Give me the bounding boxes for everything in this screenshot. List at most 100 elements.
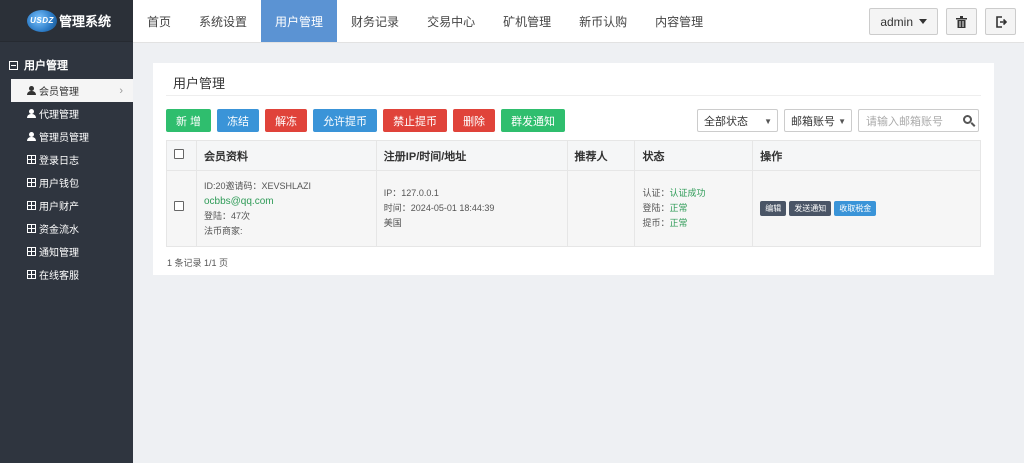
sidebar-item-wallets[interactable]: 用户钱包 bbox=[0, 171, 133, 194]
member-id: ID:20邀请码：XEVSHLAZI bbox=[203, 180, 311, 191]
account-type-value: 邮箱账号 bbox=[791, 115, 835, 128]
edit-button[interactable]: 编辑 bbox=[760, 201, 787, 216]
sidebar-item-members[interactable]: 会员管理 › bbox=[11, 79, 133, 102]
table-header-row: 会员资料 注册IP/时间/地址 推荐人 状态 操作 bbox=[166, 140, 981, 171]
register-time: 时间：2024-05-01 18:44:39 bbox=[383, 203, 495, 213]
status-select[interactable]: 全部状态 ▼ bbox=[697, 109, 778, 132]
pagination-info: 1 条记录 1/1 页 bbox=[167, 258, 229, 268]
action-toolbar: 新 增 冻结 解冻 允许提币 禁止提币 删除 群发通知 bbox=[166, 109, 571, 132]
status-cell: 认证：认证成功 登陆：正常 提币：正常 bbox=[634, 170, 754, 247]
top-nav: 首页 系统设置 用户管理 财务记录 交易中心 矿机管理 新币认购 内容管理 ad… bbox=[133, 0, 1024, 43]
member-otc: 法币商家: bbox=[203, 225, 243, 236]
status-withdraw: 提币：正常 bbox=[642, 218, 688, 228]
sidebar-item-label: 会员管理 bbox=[39, 87, 79, 98]
select-all-cell bbox=[166, 140, 197, 171]
logo-badge: USDZ bbox=[27, 9, 57, 32]
status-withdraw-value: 正常 bbox=[669, 218, 688, 228]
tab-settings[interactable]: 系统设置 bbox=[185, 0, 261, 42]
user-name: admin bbox=[880, 14, 913, 29]
select-all-checkbox[interactable] bbox=[174, 149, 184, 159]
tab-finance[interactable]: 财务记录 bbox=[337, 0, 413, 42]
referrer-cell bbox=[566, 170, 636, 247]
status-select-value: 全部状态 bbox=[704, 115, 748, 128]
users-table: 会员资料 注册IP/时间/地址 推荐人 状态 操作 ID:20邀请码：XEVSH… bbox=[166, 140, 981, 247]
caret-down-icon bbox=[919, 19, 927, 24]
sidebar-item-label: 管理员管理 bbox=[39, 133, 89, 144]
collect-tax-button[interactable]: 收取税金 bbox=[834, 201, 877, 216]
logout-button[interactable] bbox=[985, 8, 1016, 35]
account-type-select[interactable]: 邮箱账号 ▼ bbox=[784, 109, 852, 132]
column-header: 推荐人 bbox=[566, 140, 636, 171]
send-notice-button[interactable]: 发送通知 bbox=[789, 201, 832, 216]
search-input[interactable]: 请输入邮箱账号 bbox=[858, 109, 979, 132]
member-logins: 登陆：47次 bbox=[203, 210, 250, 221]
forbid-withdraw-button[interactable]: 禁止提币 bbox=[383, 109, 448, 132]
sidebar-item-label: 资金流水 bbox=[39, 225, 79, 236]
filter-bar: 全部状态 ▼ 邮箱账号 ▼ 请输入邮箱账号 bbox=[697, 109, 979, 132]
column-header: 状态 bbox=[634, 140, 754, 171]
row-select-cell bbox=[166, 170, 197, 247]
chevron-right-icon: › bbox=[119, 84, 123, 97]
member-email: ocbbs@qq.com bbox=[203, 195, 274, 207]
register-location: 美国 bbox=[383, 218, 402, 228]
status-auth-value: 认证成功 bbox=[669, 188, 706, 198]
column-header: 注册IP/时间/地址 bbox=[375, 140, 568, 171]
collapse-icon bbox=[9, 60, 18, 70]
divider bbox=[166, 95, 981, 96]
sidebar-item-agents[interactable]: 代理管理 bbox=[0, 102, 133, 125]
table-row: ID:20邀请码：XEVSHLAZI ocbbs@qq.com 登陆：47次 法… bbox=[166, 170, 981, 247]
logout-icon bbox=[995, 15, 1007, 28]
clear-cache-button[interactable] bbox=[946, 8, 977, 35]
sidebar-item-support[interactable]: 在线客服 bbox=[0, 263, 133, 286]
list-icon bbox=[27, 247, 36, 256]
tab-miners[interactable]: 矿机管理 bbox=[489, 0, 565, 42]
sidebar-item-label: 代理管理 bbox=[39, 110, 79, 121]
list-icon bbox=[27, 224, 36, 233]
sidebar-section-users[interactable]: 用户管理 bbox=[0, 51, 133, 79]
sidebar-item-admins[interactable]: 管理员管理 bbox=[0, 125, 133, 148]
list-icon bbox=[27, 201, 36, 210]
allow-withdraw-button[interactable]: 允许提币 bbox=[313, 109, 378, 132]
delete-button[interactable]: 删除 bbox=[453, 109, 496, 132]
column-header: 会员资料 bbox=[195, 140, 377, 171]
user-menu-button[interactable]: admin bbox=[869, 8, 938, 35]
sidebar-item-label: 通知管理 bbox=[39, 248, 79, 259]
search-placeholder: 请输入邮箱账号 bbox=[866, 115, 943, 128]
sidebar-item-notifications[interactable]: 通知管理 bbox=[0, 240, 133, 263]
register-info-cell: IP：127.0.0.1 时间：2024-05-01 18:44:39 美国 bbox=[375, 170, 568, 247]
freeze-button[interactable]: 冻结 bbox=[217, 109, 260, 132]
person-icon bbox=[27, 86, 36, 95]
add-button[interactable]: 新 增 bbox=[166, 109, 212, 132]
broadcast-button[interactable]: 群发通知 bbox=[501, 109, 566, 132]
actions-cell: 编辑 发送通知 收取税金 bbox=[752, 170, 981, 247]
list-icon bbox=[27, 155, 36, 164]
tab-content[interactable]: 内容管理 bbox=[641, 0, 717, 42]
tab-ico[interactable]: 新币认购 bbox=[565, 0, 641, 42]
sidebar-section-label: 用户管理 bbox=[24, 60, 68, 72]
status-login-value: 正常 bbox=[669, 203, 688, 213]
column-header: 操作 bbox=[752, 140, 981, 171]
sidebar-item-label: 用户财产 bbox=[39, 202, 79, 213]
sidebar-item-login-log[interactable]: 登录日志 bbox=[0, 148, 133, 171]
status-auth: 认证：认证成功 bbox=[642, 188, 706, 198]
chevron-down-icon: ▼ bbox=[838, 117, 846, 126]
tab-users[interactable]: 用户管理 bbox=[261, 0, 338, 42]
sidebar-item-label: 登录日志 bbox=[39, 156, 79, 167]
sidebar-item-assets[interactable]: 用户财产 bbox=[0, 194, 133, 217]
list-icon bbox=[27, 270, 36, 279]
search-icon[interactable] bbox=[963, 115, 972, 124]
sidebar-item-label: 用户钱包 bbox=[39, 179, 79, 190]
unfreeze-button[interactable]: 解冻 bbox=[265, 109, 308, 132]
tab-home[interactable]: 首页 bbox=[133, 0, 185, 42]
sidebar-item-label: 在线客服 bbox=[39, 271, 79, 282]
status-login: 登陆：正常 bbox=[642, 203, 688, 213]
row-checkbox[interactable] bbox=[174, 201, 184, 211]
app-logo[interactable]: USDZ 管理系统 bbox=[0, 0, 133, 42]
tab-trading[interactable]: 交易中心 bbox=[413, 0, 489, 42]
chevron-down-icon: ▼ bbox=[764, 117, 772, 126]
member-profile-cell: ID:20邀请码：XEVSHLAZI ocbbs@qq.com 登陆：47次 法… bbox=[195, 170, 377, 247]
main-panel: 用户管理 新 增 冻结 解冻 允许提币 禁止提币 删除 群发通知 全部状态 ▼ … bbox=[153, 63, 994, 275]
person-icon bbox=[27, 132, 36, 141]
sidebar-item-fund-flow[interactable]: 资金流水 bbox=[0, 217, 133, 240]
register-ip: IP：127.0.0.1 bbox=[383, 188, 439, 198]
